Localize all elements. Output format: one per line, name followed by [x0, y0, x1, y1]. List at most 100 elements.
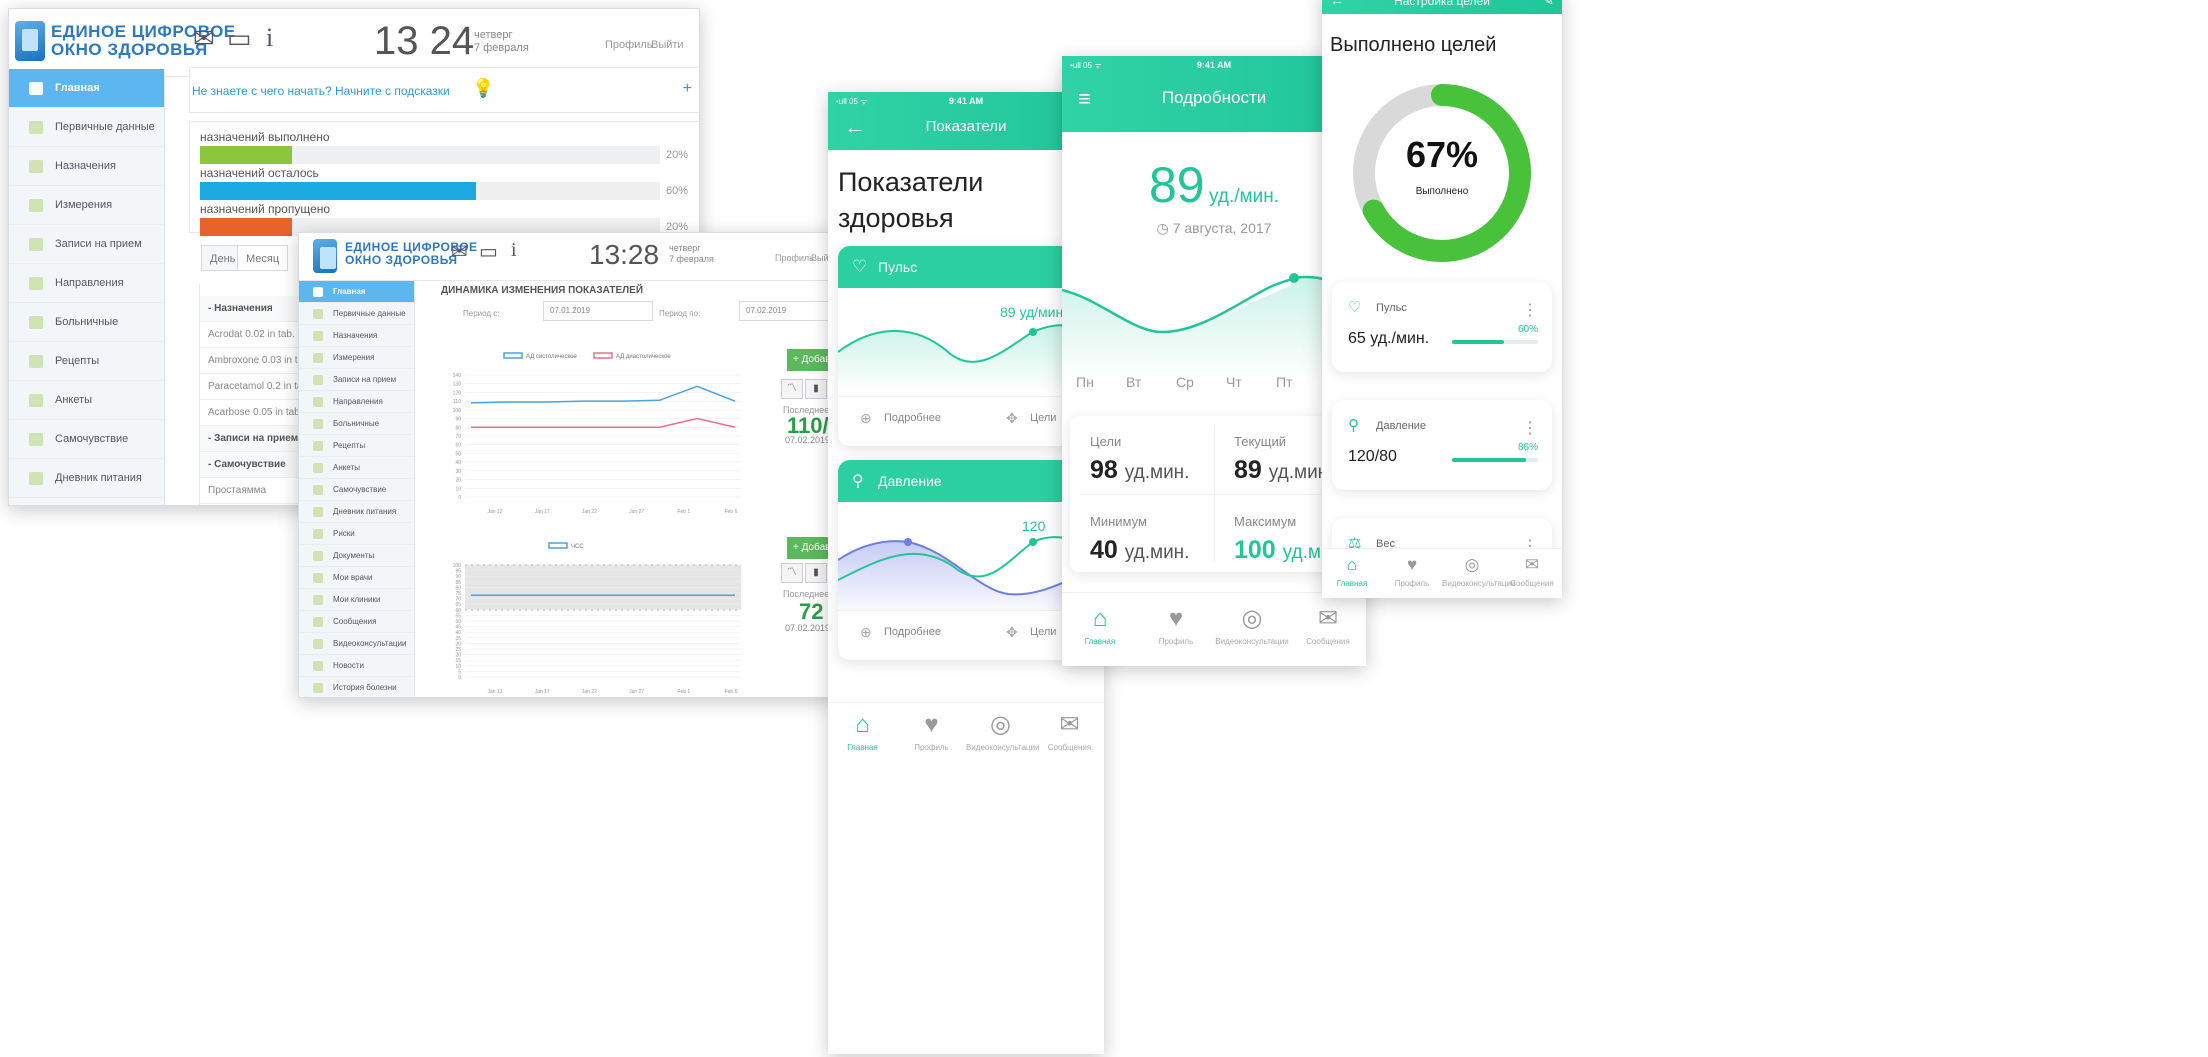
details-link[interactable]: Подробнее	[884, 626, 941, 638]
sidebar-item[interactable]: Главная	[299, 281, 414, 303]
sidebar-item[interactable]: Главная	[9, 69, 164, 108]
tab-home[interactable]: ⌂ Главная	[1322, 555, 1382, 588]
logo-icon	[15, 21, 45, 61]
logout-link[interactable]: Выйти	[651, 39, 684, 51]
sidebar-item[interactable]: Рецепты	[9, 342, 164, 381]
goal-name: Давление	[1376, 420, 1427, 432]
current-point[interactable]	[1289, 273, 1299, 283]
edit-pencil-icon[interactable]: ✎	[1542, 0, 1554, 9]
bar-chart-toggle[interactable]: ▮	[805, 563, 827, 583]
pulse-point[interactable]	[1029, 328, 1037, 336]
tab-video-consultation[interactable]: ◎ Видеоконсультации	[1214, 605, 1290, 646]
sidebar-item[interactable]: История болезни	[299, 677, 414, 697]
sidebar-item[interactable]: Мои врачи	[299, 567, 414, 589]
series-line[interactable]	[471, 417, 736, 429]
expand-plus-icon[interactable]: +	[683, 80, 692, 98]
sidebar-item[interactable]: Назначения	[299, 325, 414, 347]
sidebar-item[interactable]: Дневник питания	[299, 501, 414, 523]
sidebar-item[interactable]: Назначения	[9, 147, 164, 186]
goal-card[interactable]: ⚲ Давление 120/80 86% ⋮	[1332, 400, 1552, 490]
legend-label[interactable]: АД диастолическое	[616, 354, 671, 360]
period-from-input[interactable]: 07.01.2019	[543, 301, 653, 321]
sidebar-item[interactable]: Записи на прием	[9, 225, 164, 264]
details-link[interactable]: Подробнее	[884, 412, 941, 424]
info-icon[interactable]: i	[511, 239, 517, 262]
goal-card[interactable]: ♡ Пульс 65 уд./мин. 60% ⋮	[1332, 282, 1552, 372]
sidebar-item[interactable]: Риски	[9, 498, 164, 505]
sidebar-item[interactable]: Направления	[9, 264, 164, 303]
sidebar-item[interactable]: Рецепты	[299, 435, 414, 457]
sidebar-item[interactable]: Самочувствие	[9, 420, 164, 459]
goals-link[interactable]: Цели	[1030, 412, 1056, 424]
series-line[interactable]	[470, 385, 736, 404]
sidebar-item[interactable]: Новости	[299, 655, 414, 677]
more-vertical-icon[interactable]: ⋮	[1522, 418, 1538, 438]
hint-text[interactable]: Не знаете с чего начать? Начните с подск…	[192, 84, 450, 98]
line-chart-toggle[interactable]: 〽	[781, 379, 803, 399]
tab-envelope[interactable]: ✉ Сообщения	[1290, 605, 1366, 646]
legend-label[interactable]: АД систолическое	[526, 354, 578, 360]
tab-home[interactable]: ⌂ Главная	[828, 711, 897, 752]
goals-link[interactable]: Цели	[1030, 626, 1056, 638]
sidebar-item[interactable]: Сообщения	[299, 611, 414, 633]
sidebar-item[interactable]: Видеоконсультации	[299, 633, 414, 655]
tab-envelope[interactable]: ✉ Сообщения	[1502, 555, 1562, 588]
sidebar-item[interactable]: Документы	[299, 545, 414, 567]
tab-envelope[interactable]: ✉ Сообщения	[1035, 711, 1104, 752]
legend-label[interactable]: ЧСС	[571, 544, 584, 550]
plus-circle-icon[interactable]: ⊕	[860, 410, 872, 427]
profile-link[interactable]: Профиль	[605, 39, 653, 51]
tab-heart[interactable]: ♥ Профиль	[897, 711, 966, 752]
sidebar-item[interactable]: Измерения	[9, 186, 164, 225]
sidebar-item[interactable]: Направления	[299, 391, 414, 413]
legend-swatch[interactable]	[548, 542, 568, 549]
tab-heart[interactable]: ♥ Профиль	[1138, 605, 1214, 646]
tab-home[interactable]: ⌂ Главная	[1062, 605, 1138, 646]
target-icon[interactable]: ✥	[1006, 410, 1018, 427]
tab-video-consultation[interactable]: ◎ Видеоконсультации	[966, 711, 1039, 752]
stat-value: 98 уд.мин.	[1090, 456, 1190, 484]
sidebar-item[interactable]: Первичные данные	[299, 303, 414, 325]
hint-banner[interactable]: Не знаете с чего начать? Начните с подск…	[189, 67, 699, 113]
legend-swatch[interactable]	[503, 352, 523, 359]
line-chart-toggle[interactable]: 〽	[781, 563, 803, 583]
tab-month[interactable]: Месяц	[237, 245, 289, 271]
target-icon[interactable]: ✥	[1006, 624, 1018, 641]
envelope-icon[interactable]: ✉	[193, 23, 215, 54]
info-icon[interactable]: i	[266, 23, 273, 53]
sidebar: Главная Первичные данные Назначения Измерен…	[299, 281, 415, 697]
legend-swatch[interactable]	[593, 352, 613, 359]
phone-goals: ← Настройка целей ✎ Выполнено целей 67% …	[1322, 0, 1562, 598]
profile-link[interactable]: Профиль	[775, 253, 814, 263]
pressure-point-high[interactable]	[1029, 538, 1037, 546]
pressure-point-low[interactable]	[904, 538, 912, 546]
sidebar-item[interactable]: Больничные	[9, 303, 164, 342]
sidebar-item[interactable]: Первичные данные	[9, 108, 164, 147]
sidebar-item[interactable]: Мои клиники	[299, 589, 414, 611]
card-icon[interactable]: ▭	[479, 239, 498, 264]
sidebar-item[interactable]: Анкеты	[299, 457, 414, 479]
stat-label: Минимум	[1090, 514, 1147, 529]
sidebar-item[interactable]: Самочувствие	[299, 479, 414, 501]
period-to-input[interactable]: 07.02.2019	[739, 301, 837, 321]
tab-heart[interactable]: ♥ Профиль	[1382, 555, 1442, 588]
sidebar-item[interactable]: Записи на прием	[299, 369, 414, 391]
bulb-icon[interactable]: 💡	[472, 78, 494, 99]
sidebar-item-label: Анкеты	[55, 394, 93, 406]
last-value-heart-rate: 72	[799, 599, 824, 624]
sidebar-item[interactable]: Риски	[299, 523, 414, 545]
more-vertical-icon[interactable]: ⋮	[1522, 300, 1538, 320]
bar-chart-toggle[interactable]: ▮	[805, 379, 827, 399]
sidebar-item[interactable]: Анкеты	[9, 381, 164, 420]
envelope-icon[interactable]: ✉	[451, 239, 468, 264]
sidebar-item-label: Записи на прием	[333, 375, 397, 384]
sidebar-item[interactable]: Измерения	[299, 347, 414, 369]
sidebar-item[interactable]: Больничные	[299, 413, 414, 435]
card-icon[interactable]: ▭	[227, 23, 252, 54]
phone-details: •ull 05 ᯤ 9:41 AM ≡ Подробности 89 уд./м…	[1062, 56, 1366, 666]
tab-video-consultation[interactable]: ◎ Видеоконсультации	[1442, 555, 1515, 588]
plus-circle-icon[interactable]: ⊕	[860, 624, 872, 641]
sidebar-item[interactable]: Дневник питания	[9, 459, 164, 498]
video-consultation-icon: ◎	[1464, 555, 1480, 574]
tab-bar: ⌂ Главная ♥ Профиль ◎ Видеоконсультации ✉ Сообщ…	[1062, 592, 1366, 666]
